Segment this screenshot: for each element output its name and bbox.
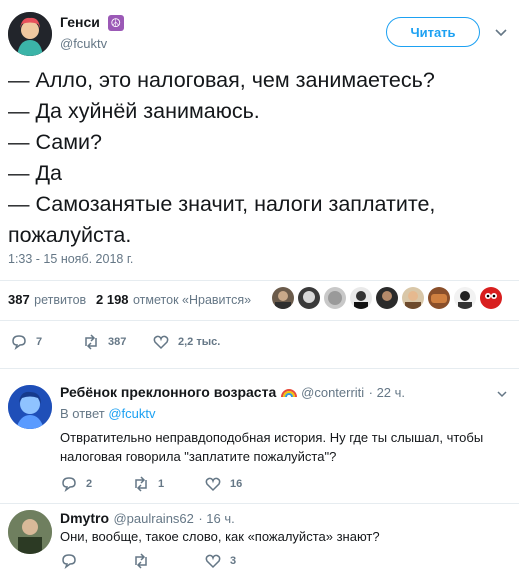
rainbow-icon xyxy=(280,384,301,401)
retweet-button[interactable]: 387 xyxy=(82,333,126,351)
liker-avatar[interactable] xyxy=(324,287,346,309)
liker-avatar[interactable] xyxy=(402,287,424,309)
reply-icon xyxy=(62,477,76,493)
reply-chevron-down-icon[interactable] xyxy=(496,387,508,405)
reply-author-name[interactable]: Dmytro xyxy=(60,510,109,526)
liker-avatar[interactable] xyxy=(428,287,450,309)
liker-avatar[interactable] xyxy=(272,287,294,309)
liker-avatar[interactable] xyxy=(480,287,502,309)
reply-icon xyxy=(12,335,26,351)
follow-button[interactable]: Читать xyxy=(386,17,480,47)
reply-time[interactable]: · 16 ч. xyxy=(198,511,234,526)
reply-text: Они, вообще, такое слово, как «пожалуйст… xyxy=(60,527,380,546)
tweet-line: — Самозанятые значит, налоги заплатите, xyxy=(8,192,436,216)
reply-to-handle[interactable]: @fcuktv xyxy=(108,406,155,421)
reply-text-line: Отвратительно неправдоподобная история. … xyxy=(60,430,484,445)
reply-author-name[interactable]: Ребёнок преклонного возраста xyxy=(60,384,276,400)
tweet-line: пожалуйста. xyxy=(8,223,132,247)
tweet-timestamp[interactable]: 1:33 - 15 нояб. 2018 г. xyxy=(8,252,133,266)
reply-button[interactable]: 7 xyxy=(10,333,42,351)
reply-author-avatar[interactable] xyxy=(8,385,52,429)
divider xyxy=(0,368,519,369)
reply-text-line: Они, вообще, такое слово, как «пожалуйст… xyxy=(60,529,380,544)
tweet-line: — Да xyxy=(8,161,62,185)
reply-like-button[interactable]: 16 xyxy=(204,475,242,493)
peace-badge: ☮ xyxy=(107,15,124,31)
like-button[interactable]: 2,2 тыс. xyxy=(152,333,220,351)
tweet-line: — Сами? xyxy=(8,130,102,154)
liker-avatar[interactable] xyxy=(376,287,398,309)
tweet-line: — Да хуйнёй занимаюсь. xyxy=(8,99,260,123)
tweet-text: — Алло, это налоговая, чем занимаетесь? … xyxy=(8,65,435,251)
retweets-stat[interactable]: 387 ретвитов xyxy=(8,291,86,309)
reply-header: Ребёнок преклонного возраста @conterriti… xyxy=(60,384,405,402)
reply-like-button[interactable]: 3 xyxy=(204,552,236,570)
reply-reply-button[interactable] xyxy=(60,552,78,570)
reply-author-handle[interactable]: @paulrains62 xyxy=(113,511,193,526)
retweet-icon xyxy=(135,476,147,492)
author-name[interactable]: Генси ☮ xyxy=(60,14,124,31)
reply-retweet-button[interactable]: 1 xyxy=(132,475,164,493)
reply-icon xyxy=(62,554,76,570)
reply-author-handle[interactable]: @conterriti xyxy=(301,385,364,400)
heart-icon xyxy=(153,335,169,350)
reply-text: Отвратительно неправдоподобная история. … xyxy=(60,428,483,466)
reply-to-line: В ответ @fcuktv xyxy=(60,406,156,421)
divider xyxy=(0,320,519,321)
chevron-down-icon[interactable] xyxy=(494,26,508,40)
liker-avatar[interactable] xyxy=(350,287,372,309)
tweet-line: — Алло, это налоговая, чем занимаетесь? xyxy=(8,68,435,92)
reply-retweet-button[interactable] xyxy=(132,552,150,570)
liker-avatar[interactable] xyxy=(298,287,320,309)
retweet-icon xyxy=(85,334,97,350)
author-handle[interactable]: @fcuktv xyxy=(60,36,107,51)
reply-reply-button[interactable]: 2 xyxy=(60,475,92,493)
reply-header: Dmytro @paulrains62 · 16 ч. xyxy=(60,510,235,528)
author-avatar[interactable] xyxy=(8,12,52,56)
divider xyxy=(0,503,519,504)
reply-text-line: налоговая говорила "заплатите пожалуйста… xyxy=(60,449,337,464)
reply-time[interactable]: · 22 ч. xyxy=(369,385,405,400)
reply-author-avatar[interactable] xyxy=(8,510,52,554)
heart-icon xyxy=(205,477,221,492)
retweet-icon xyxy=(135,553,147,569)
liker-avatar[interactable] xyxy=(454,287,476,309)
heart-icon xyxy=(205,554,221,569)
likes-stat[interactable]: 2 198 отметок «Нравится» xyxy=(96,291,251,309)
divider xyxy=(0,280,519,281)
